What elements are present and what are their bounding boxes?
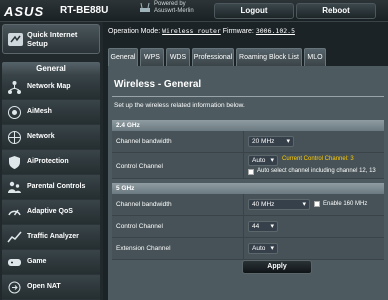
tab-professional[interactable]: Professional (192, 48, 234, 66)
band-5ghz-header: 5 GHz (112, 183, 384, 194)
band5-extension-channel-select[interactable]: Auto (248, 243, 278, 254)
game-icon (8, 259, 21, 266)
row-divider (243, 194, 244, 215)
traffic-analyzer-icon (7, 231, 22, 243)
row-divider (243, 216, 244, 237)
tab-general[interactable]: General (108, 48, 138, 66)
sidebar-item-aiprotection[interactable]: AiProtection (2, 150, 100, 175)
logout-button[interactable]: Logout (214, 3, 294, 19)
band5-control-channel-select[interactable]: 44 (248, 221, 278, 232)
band5-bandwidth-label: Channel bandwidth (116, 201, 172, 208)
sidebar-item-network-map[interactable]: Network Map (2, 75, 100, 100)
enable-160mhz-label: Enable 160 MHz (323, 201, 368, 207)
reboot-button[interactable]: Reboot (296, 3, 376, 19)
sidebar-item-label: Network Map (27, 83, 71, 90)
sidebar-item-open-nat[interactable]: Open NAT (2, 275, 100, 300)
sidebar-menu: Network Map AiMesh Network AiProtection (2, 75, 100, 300)
aimesh-icon (8, 106, 21, 119)
band5-bandwidth-row: Channel bandwidth 40 MHz Enable 160 MHz (112, 194, 384, 216)
sidebar-item-label: AiProtection (27, 158, 69, 165)
powered-by: Powered by Asuswrt-Merlin (154, 1, 194, 15)
current-channel-hint: Current Control Channel: 3 (282, 156, 354, 162)
quick-setup-label: Quick Internet Setup (27, 30, 78, 48)
sidebar-item-label: Network (27, 133, 55, 140)
band24-bandwidth-row: Channel bandwidth 20 MHz (112, 131, 384, 153)
sidebar-item-aimesh[interactable]: AiMesh (2, 100, 100, 125)
op-mode-link[interactable]: Wireless router (162, 27, 221, 35)
sidebar-item-label: Parental Controls (27, 183, 86, 190)
enable-160mhz-checkbox[interactable] (314, 201, 320, 207)
op-mode-label: Operation Mode: (108, 28, 161, 35)
band5-extension-channel-row: Extension Channel Auto (112, 238, 384, 260)
sidebar-item-traffic-analyzer[interactable]: Traffic Analyzer (2, 225, 100, 250)
page-title: Wireless - General (114, 79, 202, 90)
parental-controls-icon (8, 181, 21, 193)
network-map-icon (8, 81, 21, 94)
quick-internet-setup-button[interactable]: Quick Internet Setup (2, 24, 100, 54)
band5-extension-channel-label: Extension Channel (116, 245, 171, 252)
auto-select-channel-checkbox[interactable] (248, 169, 254, 175)
sidebar-item-network[interactable]: Network (2, 125, 100, 150)
general-section-header: General (2, 62, 100, 75)
band5-bandwidth-select[interactable]: 40 MHz (248, 199, 310, 210)
adaptive-qos-icon (8, 209, 21, 216)
firmware-label: Firmware: (222, 28, 254, 35)
band-24ghz-header: 2.4 GHz (112, 120, 384, 131)
band5-control-channel-label: Control Channel (116, 223, 163, 230)
row-divider (243, 131, 244, 152)
open-nat-icon (8, 281, 21, 294)
tab-roaming-block-list[interactable]: Roaming Block List (236, 48, 302, 66)
band24-control-channel-select[interactable]: Auto (248, 155, 278, 166)
powered-by-label: Powered by (154, 1, 186, 7)
sidebar-item-label: Traffic Analyzer (27, 233, 79, 240)
quick-setup-icon (8, 33, 23, 46)
sidebar: Quick Internet Setup General Network Map… (0, 22, 103, 300)
firmware-brand: Asuswrt-Merlin (154, 8, 194, 14)
tab-mlo[interactable]: MLO (304, 48, 326, 66)
operation-mode-bar: Operation Mode: Wireless router Firmware… (108, 27, 295, 35)
sidebar-item-label: Open NAT (27, 283, 61, 290)
title-divider (112, 96, 384, 97)
band24-control-channel-row: Control Channel Auto Current Control Cha… (112, 153, 384, 179)
sidebar-item-game[interactable]: Game (2, 250, 100, 275)
band5-control-channel-row: Control Channel 44 (112, 216, 384, 238)
row-divider (243, 153, 244, 178)
asus-logo: ASUS (4, 4, 45, 19)
band24-bandwidth-label: Channel bandwidth (116, 138, 172, 145)
row-divider (243, 238, 244, 259)
band24-bandwidth-select[interactable]: 20 MHz (248, 136, 294, 147)
sidebar-item-label: Game (27, 258, 47, 265)
router-icon (140, 3, 150, 12)
firmware-link[interactable]: 3006.102.5 (256, 27, 295, 35)
network-icon (8, 131, 21, 144)
sidebar-item-label: Adaptive QoS (27, 208, 73, 215)
auto-select-channel-label: Auto select channel including channel 12… (257, 168, 376, 174)
page-description: Set up the wireless related information … (114, 102, 245, 109)
tab-wds[interactable]: WDS (166, 48, 190, 66)
sidebar-item-adaptive-qos[interactable]: Adaptive QoS (2, 200, 100, 225)
sidebar-item-parental-controls[interactable]: Parental Controls (2, 175, 100, 200)
sidebar-item-label: AiMesh (27, 108, 52, 115)
tab-wps[interactable]: WPS (140, 48, 164, 66)
aiprotection-icon (9, 156, 20, 169)
band24-control-channel-label: Control Channel (116, 163, 163, 170)
apply-button[interactable]: Apply (242, 260, 312, 274)
top-header: ASUS RT-BE88U Powered by Asuswrt-Merlin … (0, 0, 388, 22)
model-name: RT-BE88U (60, 5, 109, 16)
